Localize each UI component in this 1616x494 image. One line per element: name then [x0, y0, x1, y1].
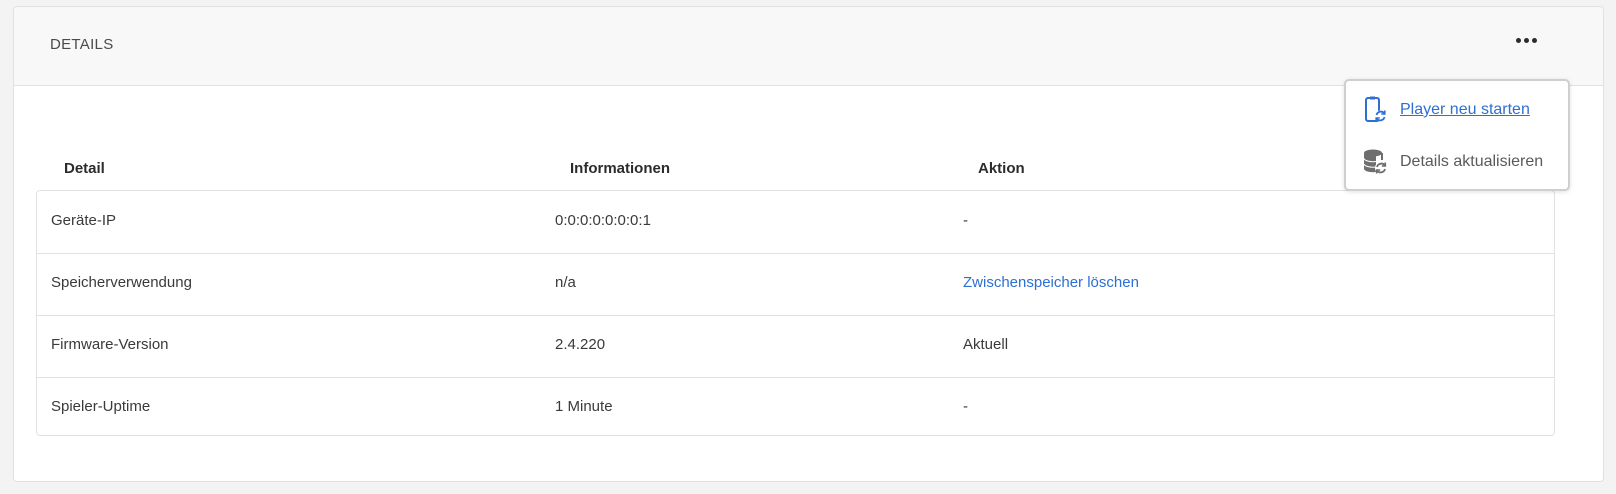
table-row: Speicherverwendung n/a Zwischenspeicher … [37, 253, 1554, 316]
menu-item-refresh-details[interactable]: Details aktualisieren [1362, 147, 1543, 177]
cell-action: - [963, 398, 968, 415]
table-row: Geräte-IP 0:0:0:0:0:0:0:1 - [37, 191, 1554, 254]
cell-info: 2.4.220 [555, 336, 606, 353]
cell-detail: Firmware-Version [51, 336, 169, 353]
menu-item-label: Details aktualisieren [1400, 153, 1544, 170]
menu-item-restart-player[interactable]: Player neu starten [1362, 95, 1530, 125]
cell-detail: Geräte-IP [51, 212, 117, 229]
device-refresh-icon [1362, 96, 1388, 124]
more-actions-button[interactable] [1512, 30, 1540, 50]
cell-info: 0:0:0:0:0:0:0:1 [555, 212, 651, 229]
card-header: DETAILS [14, 7, 1603, 86]
more-icon [1515, 37, 1521, 43]
clear-cache-link[interactable]: Zwischenspeicher löschen [963, 274, 1139, 291]
column-header-informationen: Informationen [570, 160, 670, 177]
cell-detail: Speicherverwendung [51, 274, 192, 291]
database-refresh-icon [1362, 148, 1388, 176]
column-header-aktion: Aktion [978, 160, 1025, 177]
table-row: Spieler-Uptime 1 Minute - [37, 377, 1554, 439]
column-header-detail: Detail [64, 160, 105, 177]
details-table: Geräte-IP 0:0:0:0:0:0:0:1 - Speicherverw… [36, 190, 1555, 436]
menu-item-label: Player neu starten [1400, 101, 1530, 118]
cell-detail: Spieler-Uptime [51, 398, 151, 415]
cell-info: n/a [555, 274, 576, 291]
cell-action: Aktuell [963, 336, 1009, 353]
table-row: Firmware-Version 2.4.220 Aktuell [37, 315, 1554, 378]
card-title: DETAILS [50, 36, 114, 53]
actions-popover: Player neu starten Details aktualisieren [1344, 79, 1570, 191]
table-header: Detail Informationen Aktion [50, 160, 1550, 182]
cell-action: - [963, 212, 968, 229]
cell-info: 1 Minute [555, 398, 613, 415]
